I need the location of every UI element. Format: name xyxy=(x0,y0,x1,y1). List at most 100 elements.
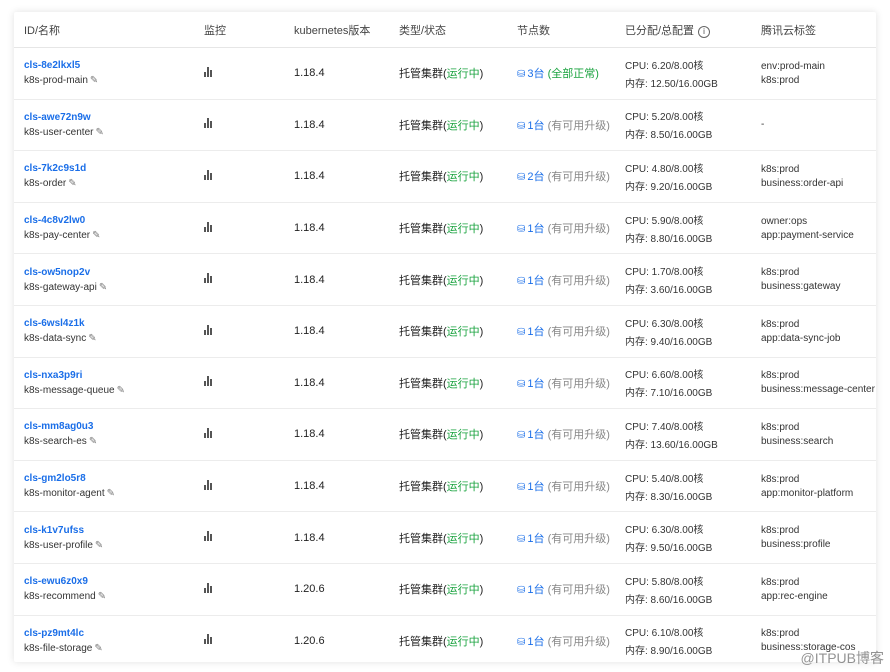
header-id-name[interactable]: ID/名称 xyxy=(14,12,194,48)
cluster-name-text: k8s-search-es xyxy=(24,436,87,448)
edit-pencil-icon[interactable]: ✎ xyxy=(117,385,125,396)
cluster-id-link[interactable]: cls-6wsl4z1k xyxy=(24,318,194,329)
edit-pencil-icon[interactable]: ✎ xyxy=(107,488,115,499)
cluster-type: 托管集群 xyxy=(399,635,443,648)
cluster-id-link[interactable]: cls-nxa3p9ri xyxy=(24,370,194,381)
cluster-type: 托管集群 xyxy=(399,274,443,287)
memory-allocation: 内存: 9.40/16.00GB xyxy=(625,336,713,348)
bar-chart-icon[interactable] xyxy=(204,118,212,129)
cell-allocation: CPU: 5.40/8.00核 内存: 8.30/16.00GB xyxy=(615,460,751,513)
edit-pencil-icon[interactable]: ✎ xyxy=(88,333,96,344)
node-icon: ⛁ xyxy=(517,430,526,442)
status-running: 运行中 xyxy=(446,635,480,648)
memory-allocation: 内存: 8.50/16.00GB xyxy=(625,130,713,142)
node-count-link[interactable]: 3台 xyxy=(527,68,544,80)
edit-pencil-icon[interactable]: ✎ xyxy=(95,540,103,551)
node-count-link[interactable]: 1台 xyxy=(527,636,544,648)
cell-version: 1.18.4 xyxy=(284,202,389,255)
bar-chart-icon[interactable] xyxy=(204,273,212,284)
bar-chart-icon[interactable] xyxy=(204,531,212,542)
bar-chart-icon[interactable] xyxy=(204,221,212,232)
cell-id-name: cls-k1v7ufss k8s-user-profile ✎ xyxy=(14,511,194,564)
status-running: 运行中 xyxy=(446,429,480,442)
node-count-link[interactable]: 1台 xyxy=(527,275,544,287)
node-status: 有可用升级 xyxy=(551,274,607,287)
node-count-link[interactable]: 2台 xyxy=(527,171,544,183)
cpu-allocation: CPU: 7.40/8.00核 xyxy=(625,421,704,433)
cell-nodes: ⛁ 1台 (有可用升级) xyxy=(507,511,615,564)
cell-nodes: ⛁ 1台 (有可用升级) xyxy=(507,202,615,255)
node-count-link[interactable]: 1台 xyxy=(527,429,544,441)
bar-chart-icon[interactable] xyxy=(204,582,212,593)
cell-monitor xyxy=(194,253,284,306)
cell-nodes: ⛁ 3台 (全部正常) xyxy=(507,47,615,100)
edit-pencil-icon[interactable]: ✎ xyxy=(98,591,106,602)
node-icon: ⛁ xyxy=(517,636,526,648)
tag-item: app:payment-service xyxy=(761,229,854,241)
cell-id-name: cls-ewu6z0x9 k8s-recommend ✎ xyxy=(14,563,194,616)
cell-version: 1.18.4 xyxy=(284,305,389,358)
table-row: cls-pz9mt4lc k8s-file-storage ✎ 1.20.6 托管集群(… xyxy=(14,615,876,662)
header-allocation: 已分配/总配置 i xyxy=(615,12,751,48)
cell-type-status: 托管集群(运行中) xyxy=(389,99,507,152)
node-status: 有可用升级 xyxy=(551,481,607,494)
cluster-id-link[interactable]: cls-pz9mt4lc xyxy=(24,628,194,639)
bar-chart-icon[interactable] xyxy=(204,634,212,645)
cell-monitor xyxy=(194,563,284,616)
cell-type-status: 托管集群(运行中) xyxy=(389,253,507,306)
cell-monitor xyxy=(194,305,284,358)
tag-item: business:gateway xyxy=(761,281,841,293)
cluster-name: k8s-gateway-api ✎ xyxy=(24,282,194,293)
bar-chart-icon[interactable] xyxy=(204,169,212,180)
edit-pencil-icon[interactable]: ✎ xyxy=(68,178,76,189)
node-count-link[interactable]: 1台 xyxy=(527,584,544,596)
cell-version: 1.18.4 xyxy=(284,460,389,513)
table-row: cls-8e2lkxl5 k8s-prod-main ✎ 1.18.4 托管集群(运行中… xyxy=(14,47,876,100)
node-count-link[interactable]: 1台 xyxy=(527,533,544,545)
node-count-link[interactable]: 1台 xyxy=(527,120,544,132)
node-count-link[interactable]: 1台 xyxy=(527,326,544,338)
bar-chart-icon[interactable] xyxy=(204,66,212,77)
cluster-id-link[interactable]: cls-ewu6z0x9 xyxy=(24,576,194,587)
status-running: 运行中 xyxy=(446,326,480,339)
cell-tags: k8s:prod app:rec-engine xyxy=(751,563,876,616)
cluster-name-text: k8s-recommend xyxy=(24,591,96,603)
cluster-id-link[interactable]: cls-mm8ag0u3 xyxy=(24,421,194,432)
edit-pencil-icon[interactable]: ✎ xyxy=(89,436,97,447)
cell-allocation: CPU: 5.80/8.00核 内存: 8.60/16.00GB xyxy=(615,563,751,616)
cpu-allocation: CPU: 6.60/8.00核 xyxy=(625,370,704,382)
bar-chart-icon[interactable] xyxy=(204,479,212,490)
header-k8s-version: kubernetes版本 xyxy=(284,12,389,48)
cluster-id-link[interactable]: cls-7k2c9s1d xyxy=(24,163,194,174)
edit-pencil-icon[interactable]: ✎ xyxy=(99,282,107,293)
edit-pencil-icon[interactable]: ✎ xyxy=(92,230,100,241)
cell-version: 1.18.4 xyxy=(284,357,389,410)
cluster-id-link[interactable]: cls-gm2lo5r8 xyxy=(24,473,194,484)
bar-chart-icon[interactable] xyxy=(204,376,212,387)
edit-pencil-icon[interactable]: ✎ xyxy=(95,127,103,138)
table-row: cls-6wsl4z1k k8s-data-sync ✎ 1.18.4 托管集群(运行中… xyxy=(14,305,876,358)
info-circle-icon[interactable]: i xyxy=(698,25,711,38)
cell-monitor xyxy=(194,460,284,513)
cpu-allocation: CPU: 1.70/8.00核 xyxy=(625,267,704,279)
cluster-id-link[interactable]: cls-4c8v2lw0 xyxy=(24,215,194,226)
bar-chart-icon[interactable] xyxy=(204,427,212,438)
cluster-id-link[interactable]: cls-ow5nop2v xyxy=(24,267,194,278)
cluster-id-link[interactable]: cls-k1v7ufss xyxy=(24,525,194,536)
memory-allocation: 内存: 9.50/16.00GB xyxy=(625,543,713,555)
cluster-name: k8s-recommend ✎ xyxy=(24,591,194,602)
cluster-name: k8s-monitor-agent ✎ xyxy=(24,488,194,499)
cluster-id-link[interactable]: cls-awe72n9w xyxy=(24,112,194,123)
node-status: 有可用升级 xyxy=(551,223,607,236)
edit-pencil-icon[interactable]: ✎ xyxy=(94,643,102,654)
node-count-link[interactable]: 1台 xyxy=(527,378,544,390)
cluster-id-link[interactable]: cls-8e2lkxl5 xyxy=(24,60,194,71)
node-count-link[interactable]: 1台 xyxy=(527,481,544,493)
node-count-link[interactable]: 1台 xyxy=(527,223,544,235)
edit-pencil-icon[interactable]: ✎ xyxy=(90,75,98,86)
memory-allocation: 内存: 13.60/16.00GB xyxy=(625,439,718,451)
status-running: 运行中 xyxy=(446,171,480,184)
cell-tags: k8s:prod app:data-sync-job xyxy=(751,305,876,358)
bar-chart-icon[interactable] xyxy=(204,324,212,335)
node-status: 有可用升级 xyxy=(551,326,607,339)
